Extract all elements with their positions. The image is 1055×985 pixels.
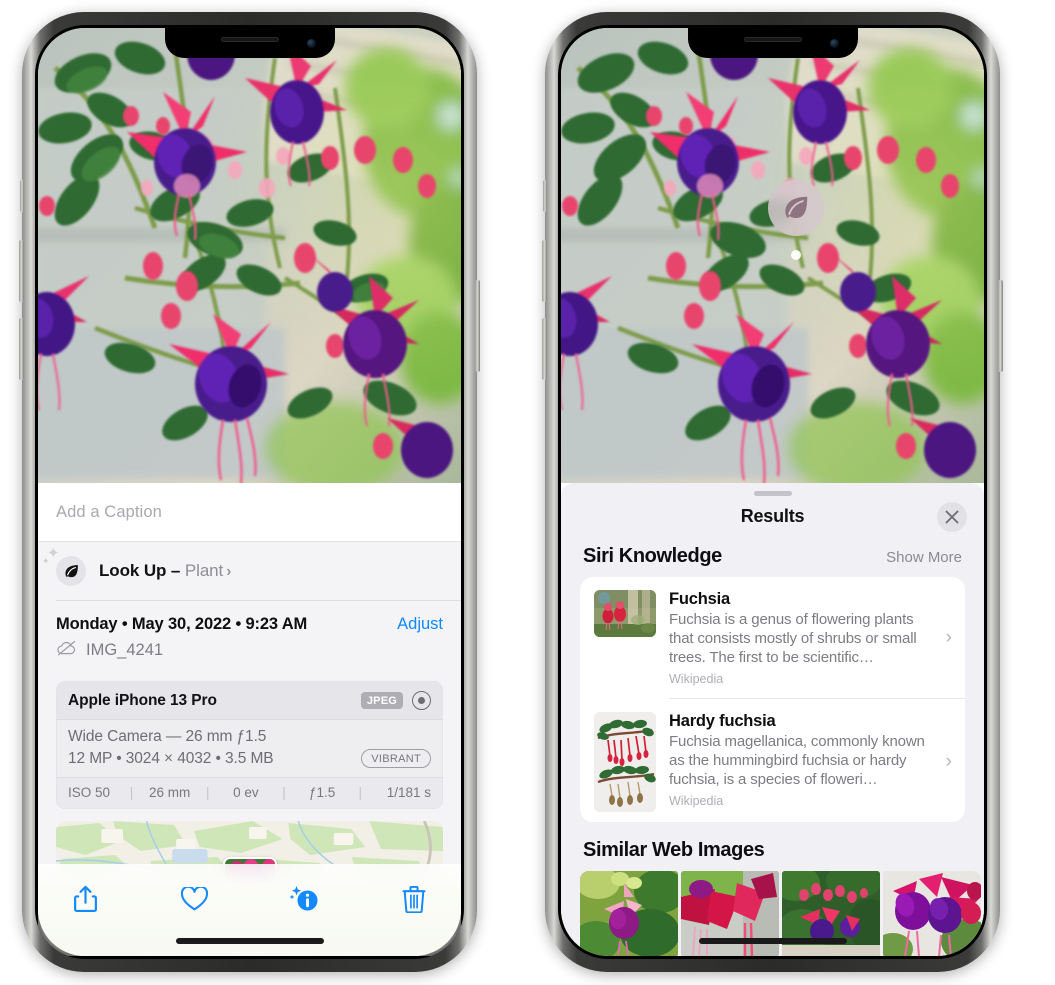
notch [687,28,858,58]
chevron-right-icon: › [945,626,952,648]
front-camera-icon [306,39,316,48]
siri-knowledge-card: Fuchsia Fuchsia is a genus of flowering … [580,576,965,822]
leaf-icon [785,196,808,218]
knowledge-item-hardy-fuchsia[interactable]: Hardy fuchsia Fuchsia magellanica, commo… [580,699,965,822]
iphone-right-device: Results Siri Knowledge Show More Fuchsia… [542,12,1003,972]
photo-info-sheet: Add a Caption ✦ ✦ Look Up – Plant › Mond… [38,483,461,956]
power-button[interactable] [475,280,480,372]
exif-iso: ISO 50 [68,785,111,800]
camera-card-body: Wide Camera — 26 mm ƒ1.5 12 MP • 3024 × … [57,720,442,777]
knowledge-title: Fuchsia [669,589,730,608]
notch [164,28,335,58]
delete-button[interactable] [395,882,433,916]
date-block: Monday • May 30, 2022 • 9:23 AM Adjust I… [38,601,461,671]
volume-down-button[interactable] [542,318,547,380]
lookup-section: ✦ ✦ Look Up – Plant › Monday • May 30, 2… [38,542,461,883]
favorite-button[interactable] [176,882,214,916]
similar-web-images-header: Similar Web Images [561,822,984,871]
knowledge-title: Hardy fuchsia [669,712,776,731]
caption-input[interactable]: Add a Caption [38,483,461,542]
device-bezel: Add a Caption ✦ ✦ Look Up – Plant › Mond… [35,25,464,959]
camera-card-header: Apple iPhone 13 Pro JPEG [57,682,442,720]
look-up-label: Look Up – Plant › [99,561,231,581]
results-sheet: Results Siri Knowledge Show More Fuchsia… [561,483,984,956]
exif-focal: 26 mm [149,785,191,800]
results-header: Results [561,496,984,541]
look-up-row[interactable]: ✦ ✦ Look Up – Plant › [38,542,461,600]
volume-down-button[interactable] [19,318,24,380]
photo-viewer[interactable] [38,28,461,483]
results-title: Results [740,505,805,526]
mute-switch[interactable] [20,180,24,212]
exif-exposure: 0 ev [233,785,259,800]
earpiece-speaker [220,37,279,42]
fuchsia-photo [561,28,984,483]
camera-info-card[interactable]: Apple iPhone 13 Pro JPEG Wide Camera — 2… [56,681,443,809]
raw-target-icon [412,691,431,710]
screenshot-stage: Add a Caption ✦ ✦ Look Up – Plant › Mond… [0,0,1055,985]
chevron-right-icon: › [226,563,232,580]
sparkle-small-icon: ✦ [42,556,50,566]
earpiece-speaker [743,37,802,42]
camera-model: Apple iPhone 13 Pro [68,691,217,709]
similar-image-1[interactable] [580,870,678,956]
power-button[interactable] [998,280,1003,372]
mute-switch[interactable] [543,180,547,212]
look-up-subject: Plant [184,561,224,580]
exif-strip: ISO 50 | 26 mm | 0 ev | ƒ1.5 | 1/181 s [57,777,442,808]
knowledge-source: Wikipedia [669,794,724,809]
home-indicator[interactable] [698,938,847,944]
chevron-right-icon: › [945,750,952,772]
device-bezel: Results Siri Knowledge Show More Fuchsia… [558,25,987,959]
adjust-button[interactable]: Adjust [397,615,443,634]
close-button[interactable] [937,501,967,532]
share-button[interactable] [66,882,104,916]
info-button[interactable] [285,882,323,916]
home-indicator[interactable] [175,938,324,944]
look-up-prefix: Look Up – [99,561,185,580]
photographic-style-badge: VIBRANT [361,749,431,768]
leaf-icon: ✦ ✦ [42,546,86,586]
knowledge-description: Fuchsia is a genus of flowering plants t… [669,610,917,667]
similar-image-4[interactable] [883,870,981,956]
photo-viewer[interactable] [561,28,984,483]
format-badge: JPEG [360,692,403,709]
specs-line: 12 MP • 3024 × 4032 • 3.5 MB [68,749,274,767]
show-more-button[interactable]: Show More [886,549,962,566]
knowledge-description: Fuchsia magellanica, commonly known as t… [669,733,925,789]
fuchsia-photo [38,28,461,483]
fuchsia-red-flowers-thumb [594,589,656,637]
similar-web-images-title: Similar Web Images [583,838,765,861]
exif-shutter: 1/181 s [386,785,432,800]
volume-up-button[interactable] [542,240,547,302]
iphone-left-device: Add a Caption ✦ ✦ Look Up – Plant › Mond… [19,12,480,972]
knowledge-source: Wikipedia [669,672,724,687]
hardy-fuchsia-specimen-thumb [594,712,656,813]
lens-line: Wide Camera — 26 mm ƒ1.5 [68,728,267,745]
file-name: IMG_4241 [86,641,164,659]
knowledge-item-body: Hardy fuchsia Fuchsia magellanica, commo… [669,712,953,808]
knowledge-item-body: Fuchsia Fuchsia is a genus of flowering … [669,590,953,686]
visual-lookup-badge[interactable] [768,180,824,236]
volume-up-button[interactable] [19,240,24,302]
exif-aperture: ƒ1.5 [308,785,336,800]
screen-left: Add a Caption ✦ ✦ Look Up – Plant › Mond… [38,28,461,956]
siri-knowledge-header: Siri Knowledge Show More [561,541,984,577]
close-icon [945,510,959,524]
front-camera-icon [829,39,839,48]
siri-knowledge-title: Siri Knowledge [583,544,722,567]
visual-lookup-anchor-dot [791,250,801,260]
screen-right: Results Siri Knowledge Show More Fuchsia… [561,28,984,956]
knowledge-item-fuchsia[interactable]: Fuchsia Fuchsia is a genus of flowering … [580,577,965,698]
photo-date: Monday • May 30, 2022 • 9:23 AM [56,615,308,633]
icloud-slash-icon [56,640,77,661]
